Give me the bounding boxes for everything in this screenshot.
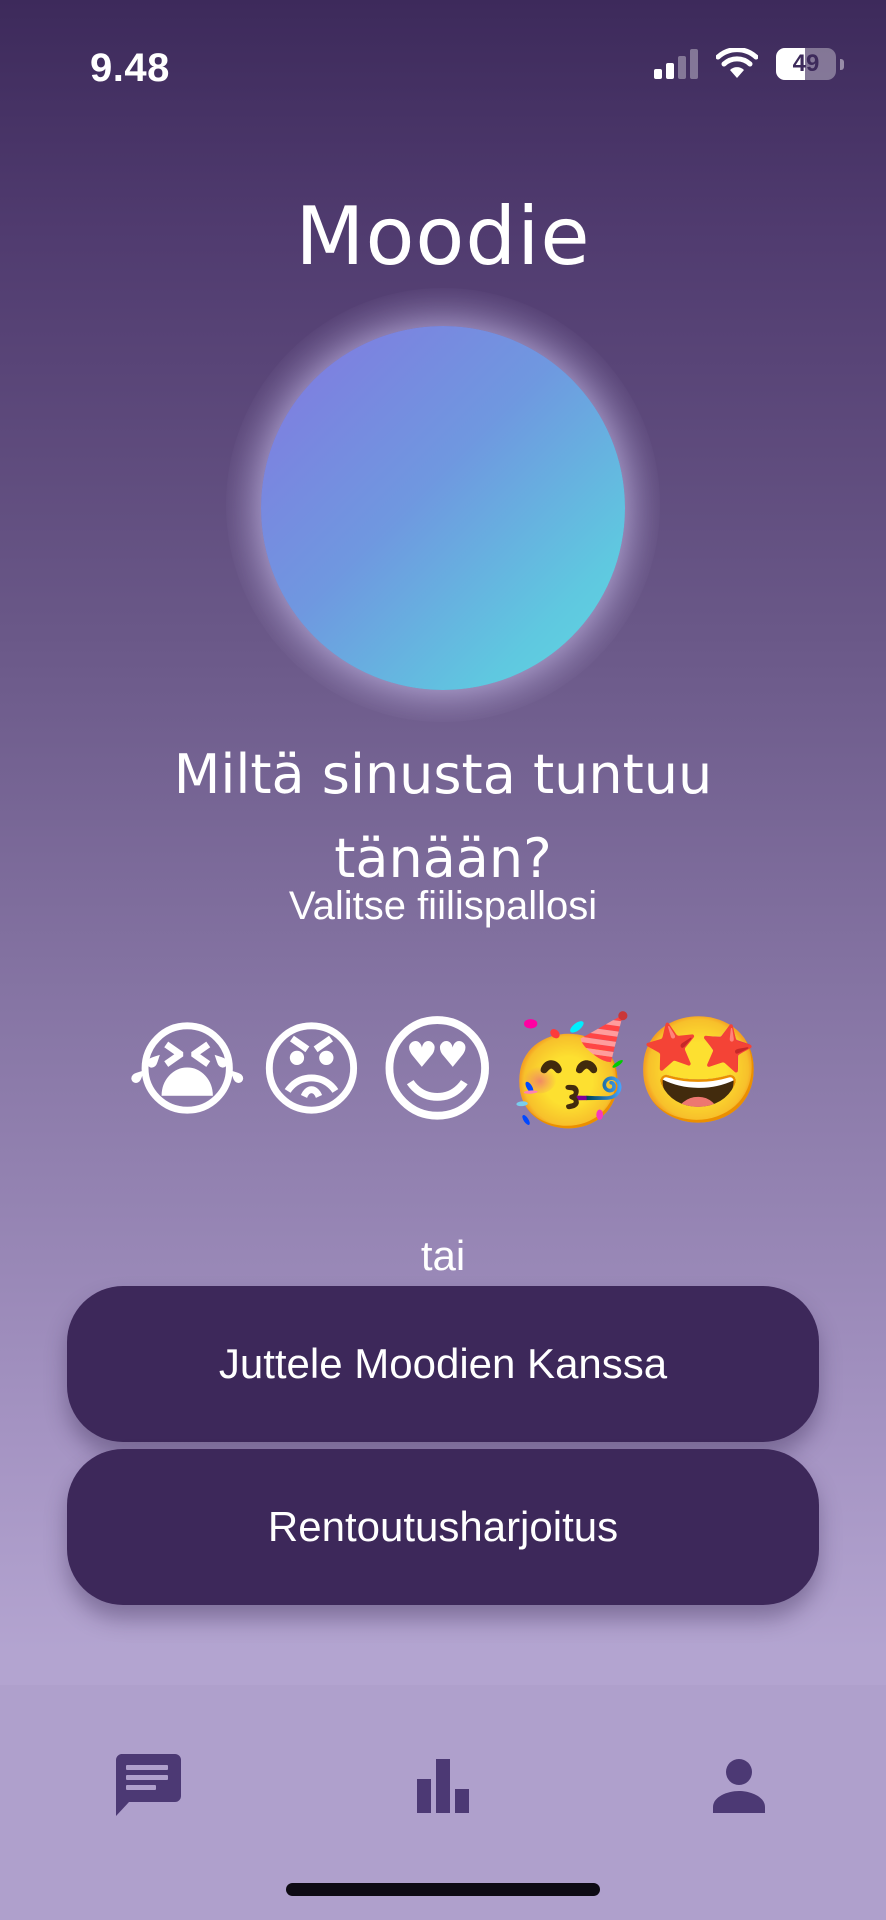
- wifi-icon: [716, 48, 758, 78]
- mood-orb[interactable]: [261, 326, 625, 690]
- mood-question: Miltä sinusta tuntuu tänään?: [173, 743, 713, 890]
- cellular-signal-icon: [654, 49, 698, 79]
- loudly-crying-face-icon[interactable]: 😭: [127, 1005, 249, 1135]
- star-struck-face-icon[interactable]: 🤩: [634, 1005, 764, 1135]
- battery-level: 49: [792, 50, 820, 77]
- partying-face-icon[interactable]: 🥳: [504, 1005, 634, 1135]
- battery-icon: 49: [776, 48, 836, 80]
- battery-tip: [840, 58, 844, 70]
- bar-chart-icon: [417, 1759, 469, 1813]
- nav-item-stats[interactable]: [393, 1735, 493, 1835]
- heart-eyes-face-icon[interactable]: 😍: [376, 1005, 499, 1135]
- chat-icon: [115, 1754, 181, 1816]
- app-screen: 9.48 49 Moodie Miltä sinusta tuntuu tänä…: [0, 0, 886, 1920]
- status-time: 9.48: [90, 46, 170, 90]
- emoji-selector: 😭 😡 😍 🥳 🤩: [64, 1000, 822, 1140]
- nav-item-profile[interactable]: [689, 1735, 789, 1835]
- chat-with-moodie-button[interactable]: Juttele Moodien Kanssa: [67, 1286, 819, 1442]
- person-icon: [713, 1759, 765, 1813]
- angry-face-icon[interactable]: 😡: [257, 1005, 365, 1135]
- home-indicator: [286, 1883, 600, 1896]
- nav-item-chat[interactable]: [98, 1735, 198, 1835]
- app-title: Moodie: [295, 190, 591, 283]
- or-divider: tai: [420, 1232, 466, 1279]
- relaxation-exercise-button[interactable]: Rentoutusharjoitus: [67, 1449, 819, 1605]
- mood-subtitle: Valitse fiilispallosi: [288, 884, 598, 928]
- status-icons: 49: [654, 48, 844, 80]
